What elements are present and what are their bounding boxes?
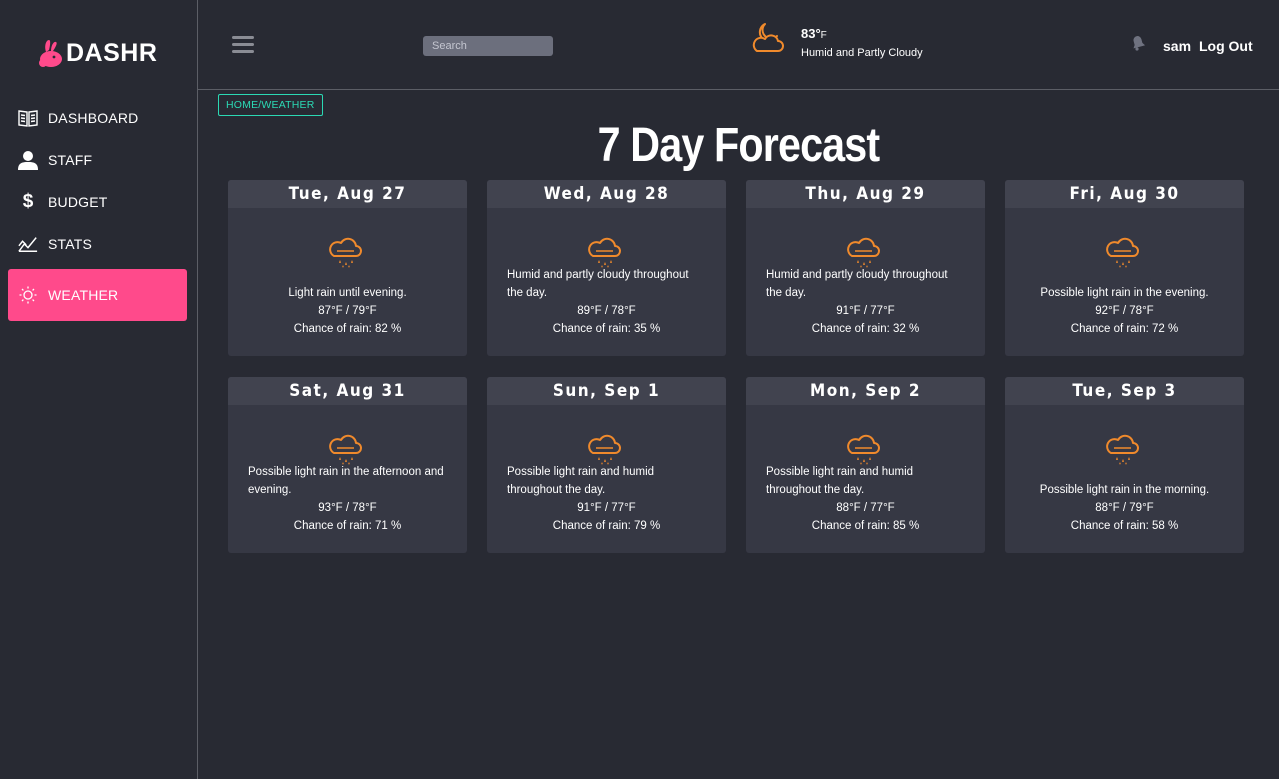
- username[interactable]: sam: [1163, 38, 1191, 54]
- dollar-icon: $: [22, 191, 34, 212]
- sidebar: DASHR DASHBOARD STAFF $ BUDGET STATS WEA…: [0, 0, 198, 779]
- forecast-desc: Possible light rain in the morning.: [1039, 484, 1210, 496]
- rain-cloud-icon: [1106, 434, 1139, 465]
- forecast-day: Sat, Aug 31: [228, 377, 467, 405]
- forecast-rain-chance: Chance of rain: 71 %: [293, 520, 402, 532]
- forecast-temps: 88°F / 77°F: [836, 502, 895, 514]
- forecast-card: Tue, Aug 27 Light rain until evening. 87…: [228, 180, 467, 356]
- forecast-card: Tue, Sep 3 Possible light rain in the mo…: [1005, 377, 1244, 553]
- forecast-rain-chance: Chance of rain: 32 %: [811, 323, 920, 335]
- rain-cloud-icon: [588, 237, 621, 268]
- sidebar-item-label: STAFF: [48, 152, 93, 168]
- person-icon: [18, 150, 38, 170]
- forecast-temps: 91°F / 77°F: [577, 502, 636, 514]
- forecast-day: Tue, Sep 3: [1005, 377, 1244, 405]
- forecast-temps: 88°F / 79°F: [1095, 502, 1154, 514]
- current-weather: 83°F Humid and Partly Cloudy: [751, 20, 923, 59]
- rain-cloud-icon: [847, 237, 880, 268]
- app-name: DASHR: [66, 38, 158, 67]
- sidebar-item-label: DASHBOARD: [48, 110, 139, 126]
- forecast-day: Tue, Aug 27: [228, 180, 467, 208]
- forecast-day: Fri, Aug 30: [1005, 180, 1244, 208]
- menu-icon[interactable]: [232, 36, 254, 54]
- rain-cloud-icon: [329, 434, 362, 465]
- forecast-rain-chance: Chance of rain: 85 %: [811, 520, 920, 532]
- forecast-desc: Possible light rain and humid throughout…: [766, 466, 914, 496]
- rain-cloud-icon: [1106, 237, 1139, 268]
- forecast-desc: Possible light rain in the evening.: [1040, 287, 1209, 299]
- bell-icon[interactable]: [1128, 32, 1148, 52]
- forecast-temps: 91°F / 77°F: [836, 305, 895, 317]
- forecast-temps: 89°F / 78°F: [577, 305, 636, 317]
- sidebar-item-label: STATS: [48, 236, 93, 252]
- search-input[interactable]: [423, 36, 553, 56]
- stats-icon: [18, 234, 38, 254]
- sun-icon: [18, 285, 38, 305]
- rain-cloud-icon: [329, 237, 362, 268]
- sidebar-item-staff[interactable]: STAFF: [8, 139, 187, 181]
- forecast-desc: Humid and partly cloudy throughout the d…: [766, 269, 948, 299]
- forecast-desc: Humid and partly cloudy throughout the d…: [507, 269, 689, 299]
- forecast-card: Thu, Aug 29 Humid and partly cloudy thro…: [746, 180, 985, 356]
- forecast-card: Sun, Sep 1 Possible light rain and humid…: [487, 377, 726, 553]
- forecast-day: Thu, Aug 29: [746, 180, 985, 208]
- forecast-rain-chance: Chance of rain: 79 %: [552, 520, 661, 532]
- forecast-card: Fri, Aug 30 Possible light rain in the e…: [1005, 180, 1244, 356]
- rain-cloud-icon: [588, 434, 621, 465]
- app-root: DASHR DASHBOARD STAFF $ BUDGET STATS WEA…: [0, 0, 1279, 779]
- current-temp: 83°F: [801, 26, 827, 41]
- rain-cloud-icon: [847, 434, 880, 465]
- forecast-day: Sun, Sep 1: [487, 377, 726, 405]
- forecast-desc: Possible light rain in the afternoon and…: [248, 466, 444, 496]
- sidebar-item-budget[interactable]: $ BUDGET: [8, 181, 187, 223]
- partly-cloudy-night-icon: [752, 23, 784, 52]
- app-logo[interactable]: DASHR: [38, 36, 157, 70]
- forecast-grid: Tue, Aug 27 Light rain until evening. 87…: [228, 180, 1246, 553]
- forecast-day: Wed, Aug 28: [487, 180, 726, 208]
- forecast-rain-chance: Chance of rain: 58 %: [1070, 520, 1179, 532]
- sidebar-item-label: WEATHER: [48, 287, 119, 303]
- sidebar-nav: DASHBOARD STAFF $ BUDGET STATS WEATHER: [8, 97, 187, 321]
- forecast-temps: 92°F / 78°F: [1095, 305, 1154, 317]
- top-header: 83°F Humid and Partly Cloudy sam Log Out: [198, 0, 1279, 90]
- forecast-rain-chance: Chance of rain: 35 %: [552, 323, 661, 335]
- breadcrumb[interactable]: HOME/WEATHER: [218, 94, 323, 116]
- forecast-card: Wed, Aug 28 Humid and partly cloudy thro…: [487, 180, 726, 356]
- sidebar-item-weather[interactable]: WEATHER: [8, 269, 187, 321]
- logout-button[interactable]: Log Out: [1199, 38, 1253, 54]
- sidebar-item-stats[interactable]: STATS: [8, 223, 187, 265]
- current-temp-unit: F: [820, 30, 827, 41]
- sidebar-item-dashboard[interactable]: DASHBOARD: [8, 97, 187, 139]
- forecast-card: Sat, Aug 31 Possible light rain in the a…: [228, 377, 467, 553]
- current-weather-desc: Humid and Partly Cloudy: [801, 47, 923, 59]
- page-title: 7 Day Forecast: [597, 119, 881, 172]
- book-icon: [18, 108, 38, 128]
- forecast-rain-chance: Chance of rain: 72 %: [1070, 323, 1179, 335]
- sidebar-item-label: BUDGET: [48, 194, 108, 210]
- forecast-rain-chance: Chance of rain: 82 %: [293, 323, 402, 335]
- forecast-temps: 87°F / 79°F: [318, 305, 377, 317]
- rabbit-logo-icon: [39, 40, 62, 67]
- forecast-desc: Light rain until evening.: [288, 287, 407, 299]
- forecast-day: Mon, Sep 2: [746, 377, 985, 405]
- forecast-temps: 93°F / 78°F: [318, 502, 377, 514]
- forecast-card: Mon, Sep 2 Possible light rain and humid…: [746, 377, 985, 553]
- forecast-desc: Possible light rain and humid throughout…: [507, 466, 655, 496]
